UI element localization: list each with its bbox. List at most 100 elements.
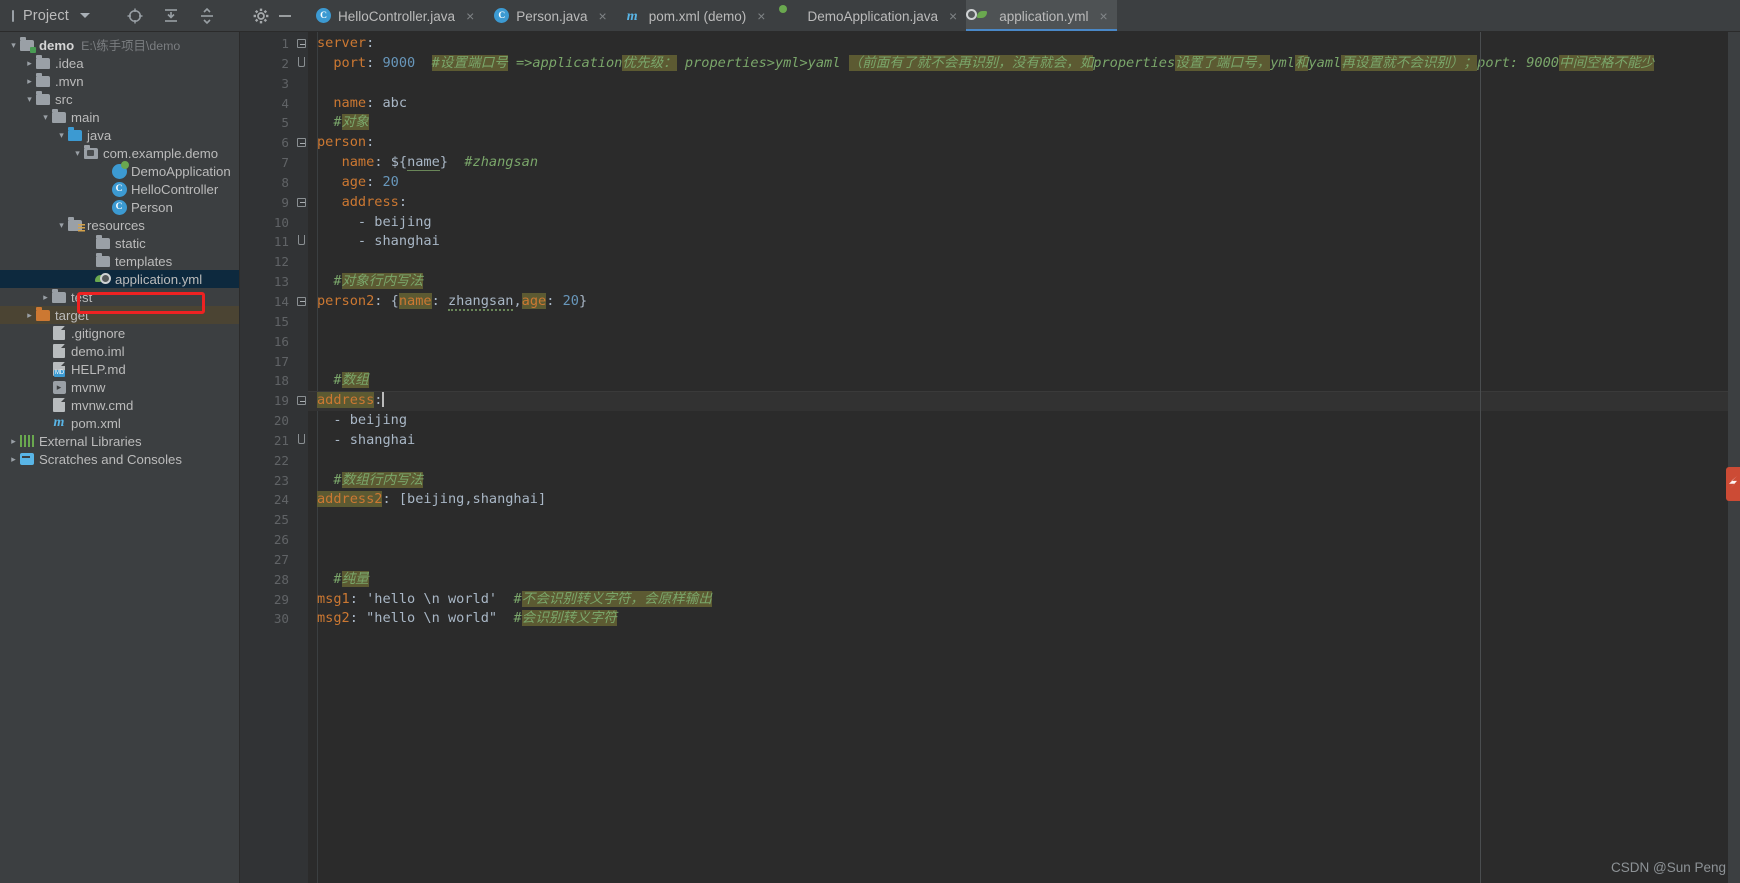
- close-icon[interactable]: ×: [466, 8, 474, 24]
- tree-item-gitignore[interactable]: ▸ .gitignore: [0, 324, 239, 342]
- project-tree-panel[interactable]: ▾ demo E:\练手项目\demo ▸ .idea ▸ .mvn ▾ src: [0, 32, 240, 883]
- tree-item-hellocontroller[interactable]: ▸ C HelloController: [0, 180, 239, 198]
- editor-marker-bar[interactable]: [1728, 32, 1740, 883]
- close-icon[interactable]: ×: [757, 8, 765, 24]
- code-content[interactable]: server: port: 9000 #设置端口号 =>application优…: [308, 32, 1728, 883]
- close-icon[interactable]: ×: [599, 8, 607, 24]
- tab-application-yml[interactable]: application.yml ×: [966, 0, 1118, 31]
- tree-item-main[interactable]: ▾ main: [0, 108, 239, 126]
- code-line-19[interactable]: address:: [308, 391, 1728, 412]
- code-line-2[interactable]: port: 9000 #设置端口号 =>application优先级： prop…: [308, 54, 1728, 74]
- tree-item-mvn[interactable]: ▸ .mvn: [0, 72, 239, 90]
- code-line-21[interactable]: - shanghai: [308, 431, 1728, 451]
- chevron-down-icon[interactable]: ▾: [72, 144, 83, 162]
- chevron-down-icon[interactable]: ▾: [56, 216, 67, 234]
- chevron-right-icon[interactable]: ▸: [24, 306, 35, 324]
- tree-item-package[interactable]: ▾ com.example.demo: [0, 144, 239, 162]
- chevron-right-icon[interactable]: ▸: [8, 450, 19, 468]
- code-line-12[interactable]: [308, 252, 1728, 272]
- tree-item-external-libraries[interactable]: ▸ External Libraries: [0, 432, 239, 450]
- tab-pom-xml[interactable]: m pom.xml (demo) ×: [616, 0, 775, 31]
- code-line-8[interactable]: age: 20: [308, 173, 1728, 193]
- code-line-18[interactable]: #数组: [308, 371, 1728, 391]
- tab-person-java[interactable]: C Person.java ×: [483, 0, 615, 31]
- code-line-3[interactable]: [308, 74, 1728, 94]
- code-editor[interactable]: 1 2 3 4 5 6 7 8 9 10 11 12 13 14 15 16 1…: [240, 32, 1740, 883]
- tree-item-application-yml[interactable]: ▸ application.yml: [0, 270, 239, 288]
- gear-icon[interactable]: [251, 6, 271, 26]
- tree-item-java[interactable]: ▾ java: [0, 126, 239, 144]
- fold-end-icon[interactable]: [298, 433, 305, 444]
- locate-icon[interactable]: [125, 6, 145, 26]
- tree-item-demoapplication[interactable]: ▸ DemoApplication: [0, 160, 239, 180]
- fold-toggle-icon[interactable]: [297, 138, 306, 148]
- code-line-1[interactable]: server:: [308, 34, 1728, 54]
- code-line-14[interactable]: person2: {name: zhangsan,age: 20}: [308, 292, 1728, 312]
- project-panel-header[interactable]: Project: [0, 0, 269, 32]
- fold-end-icon[interactable]: [298, 235, 305, 246]
- tree-item-templates[interactable]: ▸ templates: [0, 252, 239, 270]
- code-line-16[interactable]: [308, 332, 1728, 352]
- code-line-24[interactable]: address2: [beijing,shanghai]: [308, 490, 1728, 510]
- code-line-13[interactable]: #对象行内写法: [308, 272, 1728, 292]
- tree-item-person[interactable]: ▸ C Person: [0, 198, 239, 216]
- tree-item-target[interactable]: ▸ target: [0, 306, 239, 324]
- tree-item-test[interactable]: ▸ test: [0, 288, 239, 306]
- expand-collapse-icon[interactable]: [197, 6, 217, 26]
- minimize-icon[interactable]: [275, 6, 295, 26]
- chevron-right-icon[interactable]: ▸: [24, 54, 35, 72]
- tree-item-scratches-and-consoles[interactable]: ▸ Scratches and Consoles: [0, 450, 239, 468]
- chevron-down-icon[interactable]: ▾: [24, 90, 35, 108]
- code-line-30[interactable]: msg2: "hello \n world" #会识别转义字符: [308, 609, 1728, 629]
- tree-item-demo[interactable]: ▾ demo E:\练手项目\demo: [0, 36, 239, 54]
- code-line-28[interactable]: #纯量: [308, 570, 1728, 590]
- tree-item-src[interactable]: ▾ src: [0, 90, 239, 108]
- code-line-26[interactable]: [308, 530, 1728, 550]
- code-line-25[interactable]: [308, 510, 1728, 530]
- code-line-4[interactable]: name: abc: [308, 94, 1728, 114]
- chevron-down-icon[interactable]: ▾: [8, 36, 19, 54]
- code-line-17[interactable]: [308, 352, 1728, 372]
- tree-item-mvnw-cmd[interactable]: ▸ mvnw.cmd: [0, 396, 239, 414]
- flash-action-icon[interactable]: [1726, 467, 1740, 501]
- chevron-down-icon[interactable]: [79, 13, 90, 18]
- chevron-right-icon[interactable]: ▸: [8, 432, 19, 450]
- code-line-15[interactable]: [308, 312, 1728, 332]
- chevron-right-icon[interactable]: ▸: [40, 288, 51, 306]
- tree-item-static[interactable]: ▸ static: [0, 234, 239, 252]
- line-number: 12: [273, 254, 289, 270]
- code-line-7[interactable]: name: ${name} #zhangsan: [308, 153, 1728, 173]
- code-line-22[interactable]: [308, 451, 1728, 471]
- cmd-file-icon: [51, 397, 67, 413]
- collapse-all-icon[interactable]: [161, 6, 181, 26]
- fold-toggle-icon[interactable]: [297, 296, 306, 306]
- tree-item-idea[interactable]: ▸ .idea: [0, 54, 239, 72]
- tab-hellocontroller-java[interactable]: C HelloController.java ×: [305, 0, 483, 31]
- code-line-6[interactable]: person:: [308, 133, 1728, 153]
- code-line-23[interactable]: #数组行内写法: [308, 471, 1728, 491]
- fold-toggle-icon[interactable]: [297, 396, 306, 406]
- code-line-20[interactable]: - beijing: [308, 411, 1728, 431]
- tree-item-mvnw[interactable]: ▸ ▸ mvnw: [0, 378, 239, 396]
- tree-item-pom-xml[interactable]: ▸ m pom.xml: [0, 414, 239, 432]
- fold-toggle-icon[interactable]: [297, 197, 306, 207]
- code-line-11[interactable]: - shanghai: [308, 232, 1728, 252]
- fold-toggle-icon[interactable]: [297, 39, 306, 48]
- code-line-5[interactable]: #对象: [308, 113, 1728, 133]
- code-line-27[interactable]: [308, 550, 1728, 570]
- fold-end-icon[interactable]: [298, 56, 305, 67]
- tree-item-help-md[interactable]: ▸ MD HELP.md: [0, 360, 239, 378]
- code-folding-gutter[interactable]: [296, 32, 308, 883]
- tree-item-demo-iml[interactable]: ▸ demo.iml: [0, 342, 239, 360]
- line-number: 30: [273, 611, 289, 627]
- code-line-9[interactable]: address:: [308, 193, 1728, 213]
- chevron-right-icon[interactable]: ▸: [24, 72, 35, 90]
- tab-demoapplication-java[interactable]: DemoApplication.java ×: [774, 0, 966, 31]
- code-line-10[interactable]: - beijing: [308, 213, 1728, 233]
- code-line-29[interactable]: msg1: 'hello \n world' #不会识别转义字符，会原样输出: [308, 590, 1728, 610]
- close-icon[interactable]: ×: [949, 8, 957, 24]
- close-icon[interactable]: ×: [1100, 8, 1108, 24]
- tree-item-resources[interactable]: ▾ resources: [0, 216, 239, 234]
- chevron-down-icon[interactable]: ▾: [40, 108, 51, 126]
- chevron-down-icon[interactable]: ▾: [56, 126, 67, 144]
